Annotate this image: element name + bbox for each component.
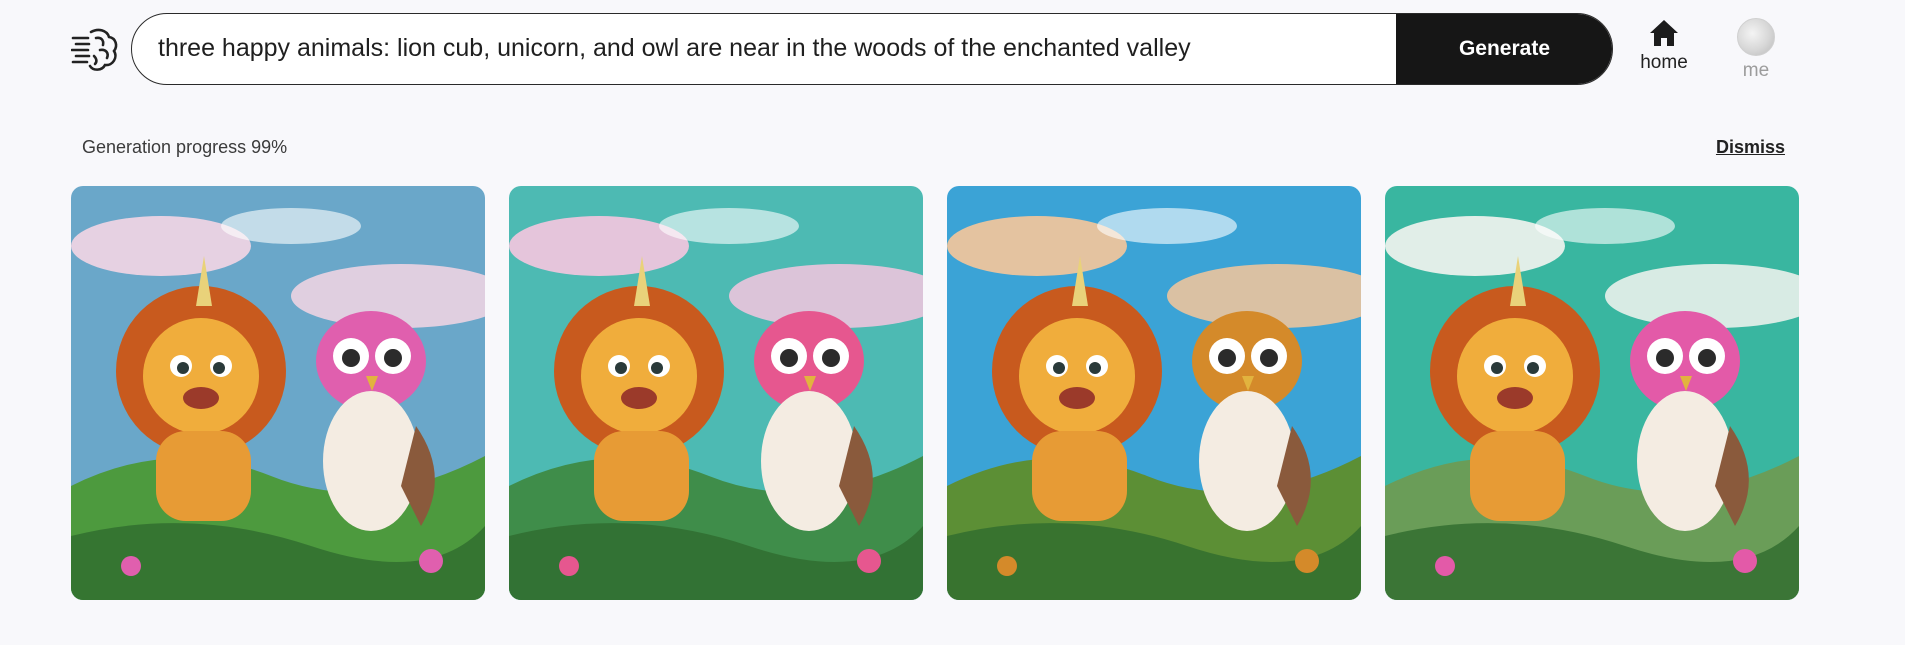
nav-me[interactable]: me xyxy=(1724,18,1788,82)
generated-image-1[interactable] xyxy=(71,186,485,600)
generated-image-4[interactable] xyxy=(1385,186,1799,600)
generate-button[interactable]: Generate xyxy=(1396,14,1612,84)
generated-image-3[interactable] xyxy=(947,186,1361,600)
animal-illustration xyxy=(509,186,923,600)
avatar xyxy=(1737,18,1775,56)
nav-home-label: home xyxy=(1640,52,1688,73)
generation-status: Generation progress 99% Dismiss xyxy=(82,137,1785,163)
home-icon xyxy=(1650,20,1678,46)
dismiss-link[interactable]: Dismiss xyxy=(1716,137,1785,158)
nav-home[interactable]: home xyxy=(1632,18,1696,74)
animal-illustration xyxy=(947,186,1361,600)
generated-image-2[interactable] xyxy=(509,186,923,600)
progress-text: Generation progress 99% xyxy=(82,137,288,157)
brain-logo-icon[interactable] xyxy=(71,26,119,72)
nav-me-label: me xyxy=(1742,60,1770,81)
prompt-bar: Generate xyxy=(131,13,1613,85)
animal-illustration xyxy=(1385,186,1799,600)
prompt-input[interactable] xyxy=(158,14,1508,83)
animal-illustration xyxy=(71,186,485,600)
